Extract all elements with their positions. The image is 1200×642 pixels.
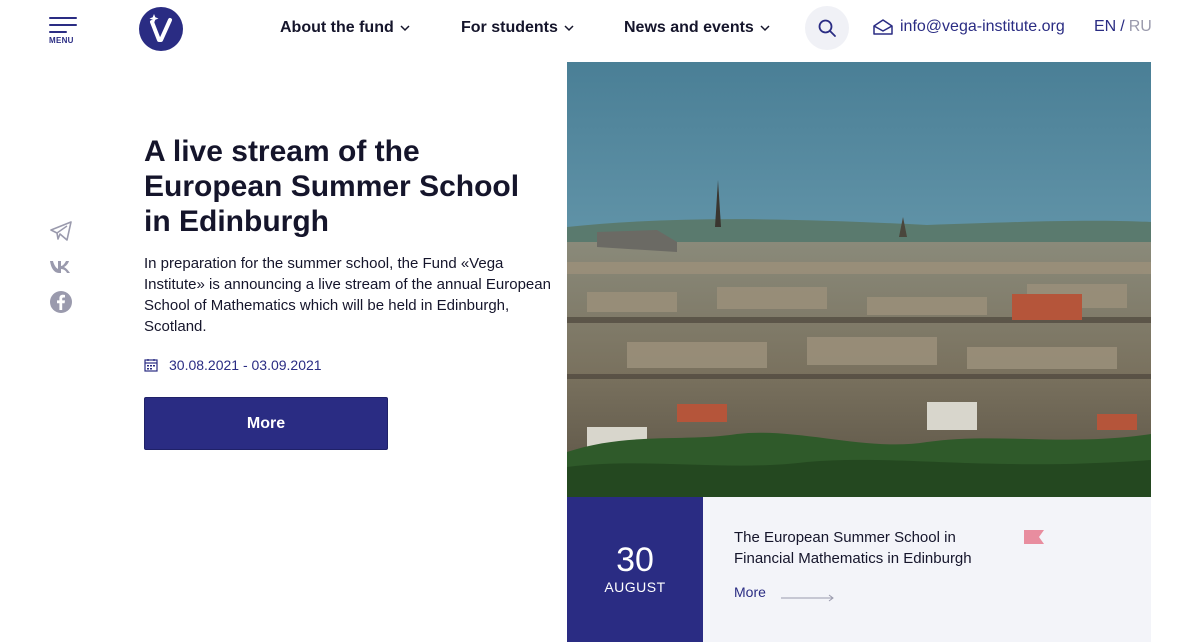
- event-date-box: 30 AUGUST: [567, 497, 703, 642]
- arrow-right-icon: [781, 594, 834, 602]
- vega-logo-icon: [149, 14, 172, 42]
- hamburger-icon: [49, 17, 77, 19]
- menu-label: MENU: [49, 36, 74, 45]
- lang-en[interactable]: EN: [1094, 18, 1116, 36]
- envelope-icon: [873, 19, 893, 35]
- search-button[interactable]: [805, 6, 849, 50]
- nav-for-students[interactable]: For students: [461, 18, 575, 38]
- nav-news-and-events[interactable]: News and events: [624, 18, 771, 38]
- hamburger-bar: [49, 24, 77, 26]
- facebook-icon: [50, 291, 72, 313]
- telegram-share-button[interactable]: [49, 219, 73, 243]
- edinburgh-cityscape-photo: [567, 62, 1151, 498]
- facebook-share-button[interactable]: [49, 290, 73, 314]
- vk-share-button[interactable]: [49, 255, 73, 279]
- site-header: MENU About the fund For students News an…: [0, 0, 1200, 56]
- event-card: The European Summer School in Financial …: [703, 497, 1151, 642]
- event-more-link[interactable]: More: [734, 584, 766, 600]
- event-title[interactable]: The European Summer School in Financial …: [734, 527, 1014, 569]
- lang-separator: /: [1120, 18, 1125, 35]
- chevron-down-icon: [400, 25, 410, 32]
- email-text: info@vega-institute.org: [900, 18, 1065, 35]
- vk-icon: [50, 261, 70, 273]
- nav-news-label: News and events: [624, 19, 754, 36]
- nav-about-label: About the fund: [280, 19, 394, 36]
- event-month: AUGUST: [604, 579, 666, 595]
- menu-button[interactable]: MENU: [49, 17, 81, 47]
- chevron-down-icon: [564, 25, 574, 32]
- article-dates: 30.08.2021 - 03.09.2021: [144, 357, 322, 373]
- site-logo[interactable]: [139, 7, 183, 51]
- dates-text: 30.08.2021 - 03.09.2021: [169, 357, 322, 373]
- lang-ru[interactable]: RU: [1129, 18, 1152, 36]
- email-link[interactable]: info@vega-institute.org: [872, 18, 1065, 36]
- chevron-down-icon: [760, 25, 770, 32]
- article-title: A live stream of the European Summer Sch…: [144, 135, 520, 238]
- calendar-icon: [144, 359, 158, 372]
- nav-students-label: For students: [461, 19, 558, 36]
- hamburger-bar: [49, 31, 67, 33]
- nav-about-the-fund[interactable]: About the fund: [280, 18, 411, 38]
- article-description: In preparation for the summer school, th…: [144, 255, 551, 335]
- flag-icon: [1024, 530, 1044, 544]
- search-icon: [818, 19, 836, 37]
- event-day: 30: [616, 541, 654, 579]
- language-switcher: EN / RU: [1094, 18, 1152, 36]
- article-more-button[interactable]: More: [144, 397, 388, 450]
- telegram-icon: [50, 221, 72, 241]
